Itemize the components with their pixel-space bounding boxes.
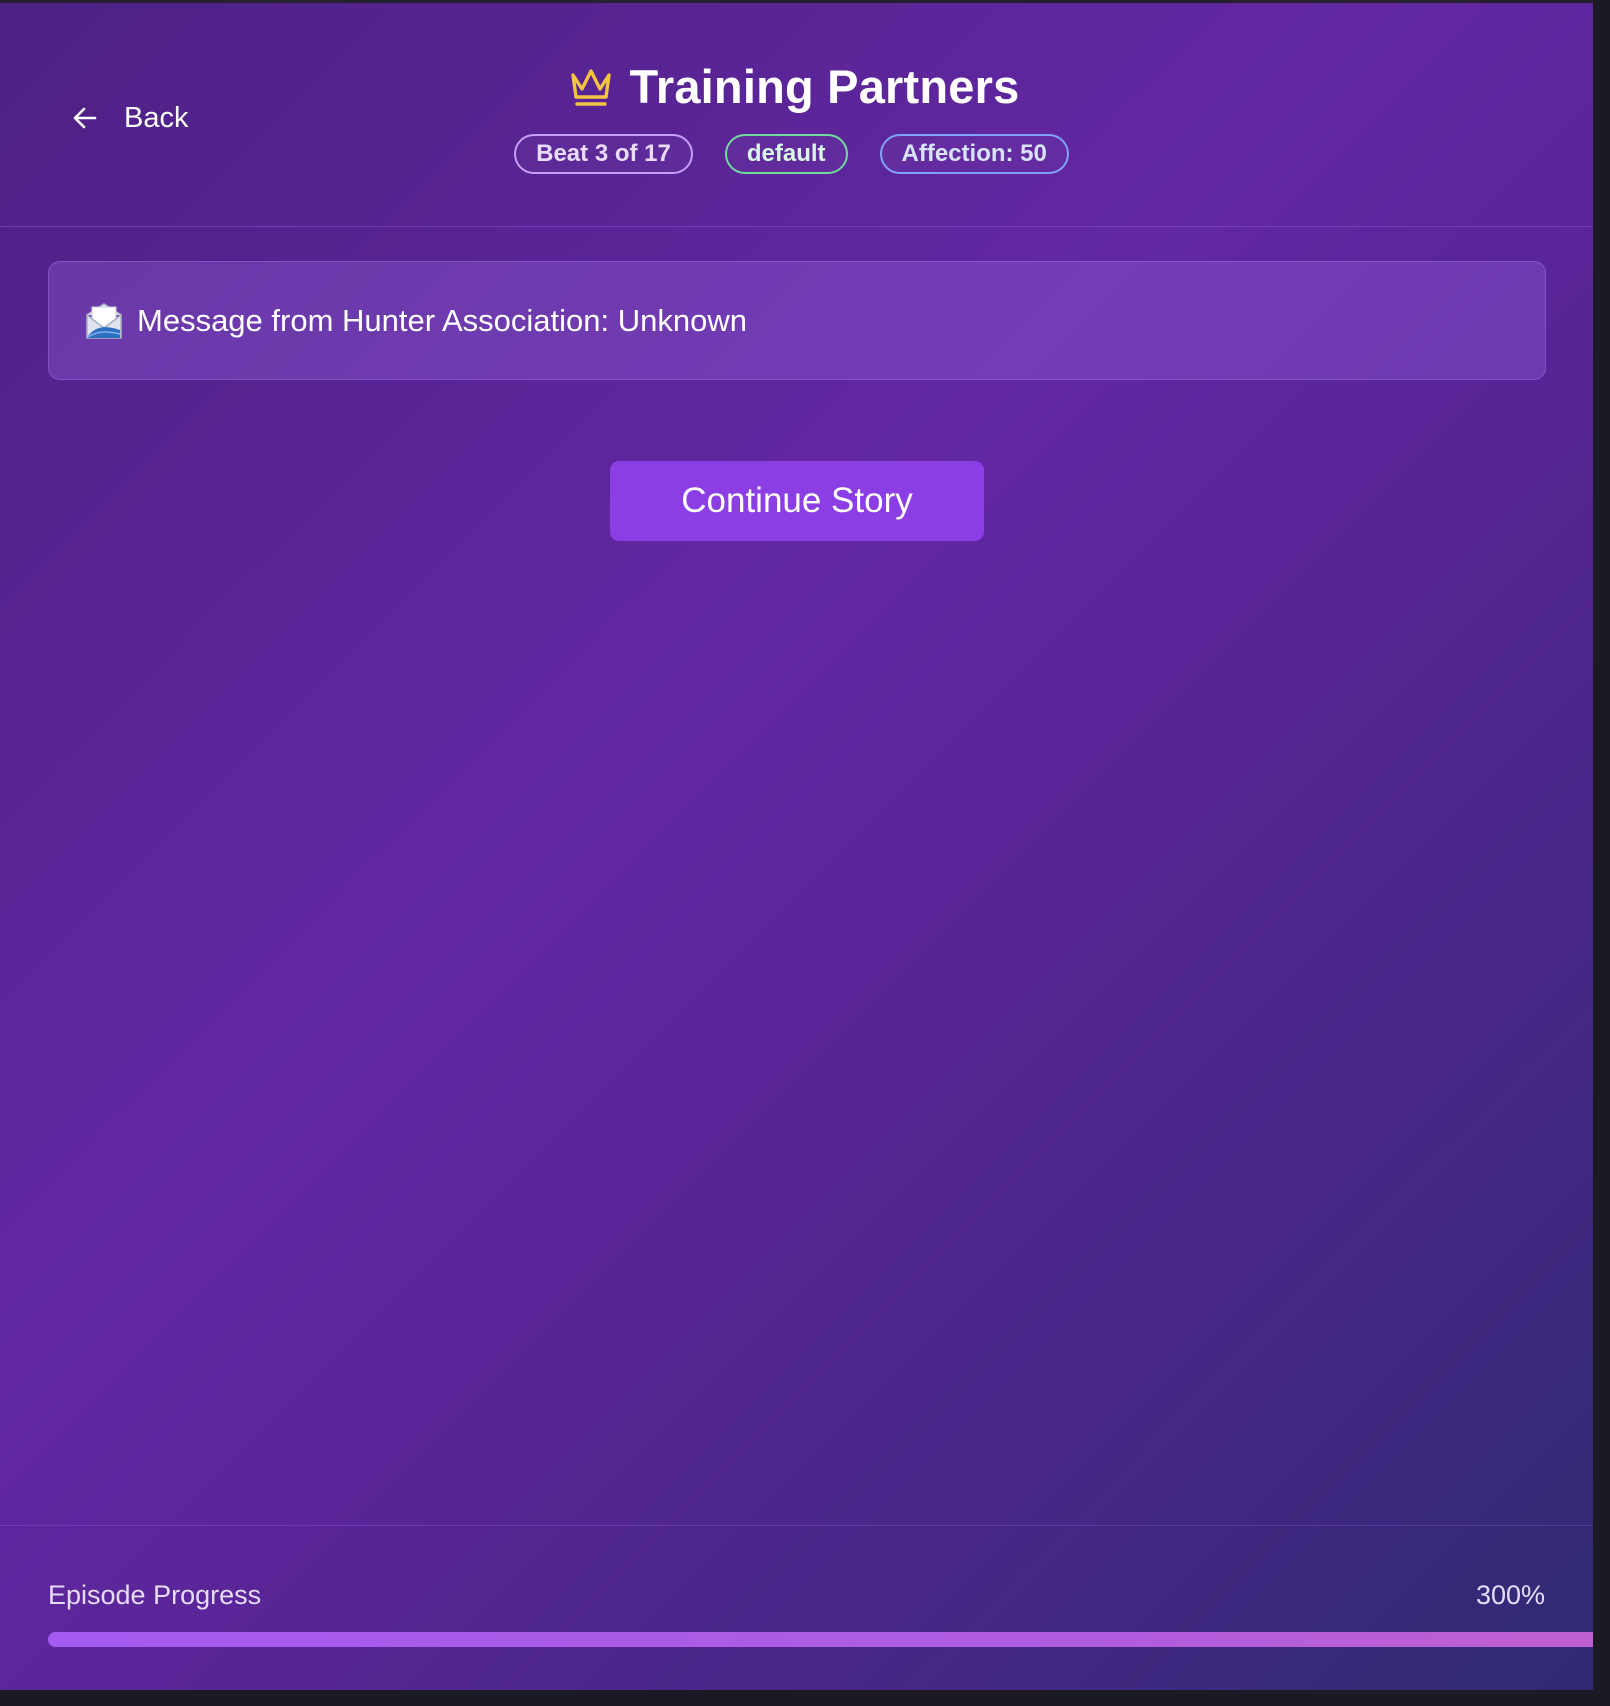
- progress-value: 300%: [1475, 1580, 1545, 1610]
- progress-bar: [48, 1632, 1593, 1647]
- message-text: Message from Hunter Association: Unknown: [137, 302, 747, 338]
- crown-icon: [568, 65, 614, 109]
- envelope-icon: [83, 301, 125, 341]
- mood-badge: default: [724, 134, 848, 174]
- window-edge-bottom: [0, 1690, 1610, 1706]
- episode-progress-footer: Episode Progress 300%: [0, 1525, 1593, 1690]
- progress-label: Episode Progress: [48, 1580, 262, 1610]
- message-card: Message from Hunter Association: Unknown: [48, 261, 1546, 380]
- status-badges: Beat 3 of 17 default Affection: 50: [0, 134, 1588, 174]
- title-row: Training Partners: [0, 59, 1590, 114]
- progress-bar-fill: [48, 1632, 1593, 1647]
- beat-badge: Beat 3 of 17: [514, 134, 693, 174]
- affection-badge: Affection: 50: [879, 134, 1069, 174]
- continue-story-button[interactable]: Continue Story: [610, 461, 984, 541]
- episode-header: Back Training Partners Beat 3 of 17 defa…: [0, 3, 1593, 227]
- window-edge-right: [1593, 0, 1610, 1706]
- story-screen: Back Training Partners Beat 3 of 17 defa…: [0, 0, 1593, 1690]
- page-title: Training Partners: [629, 60, 1020, 113]
